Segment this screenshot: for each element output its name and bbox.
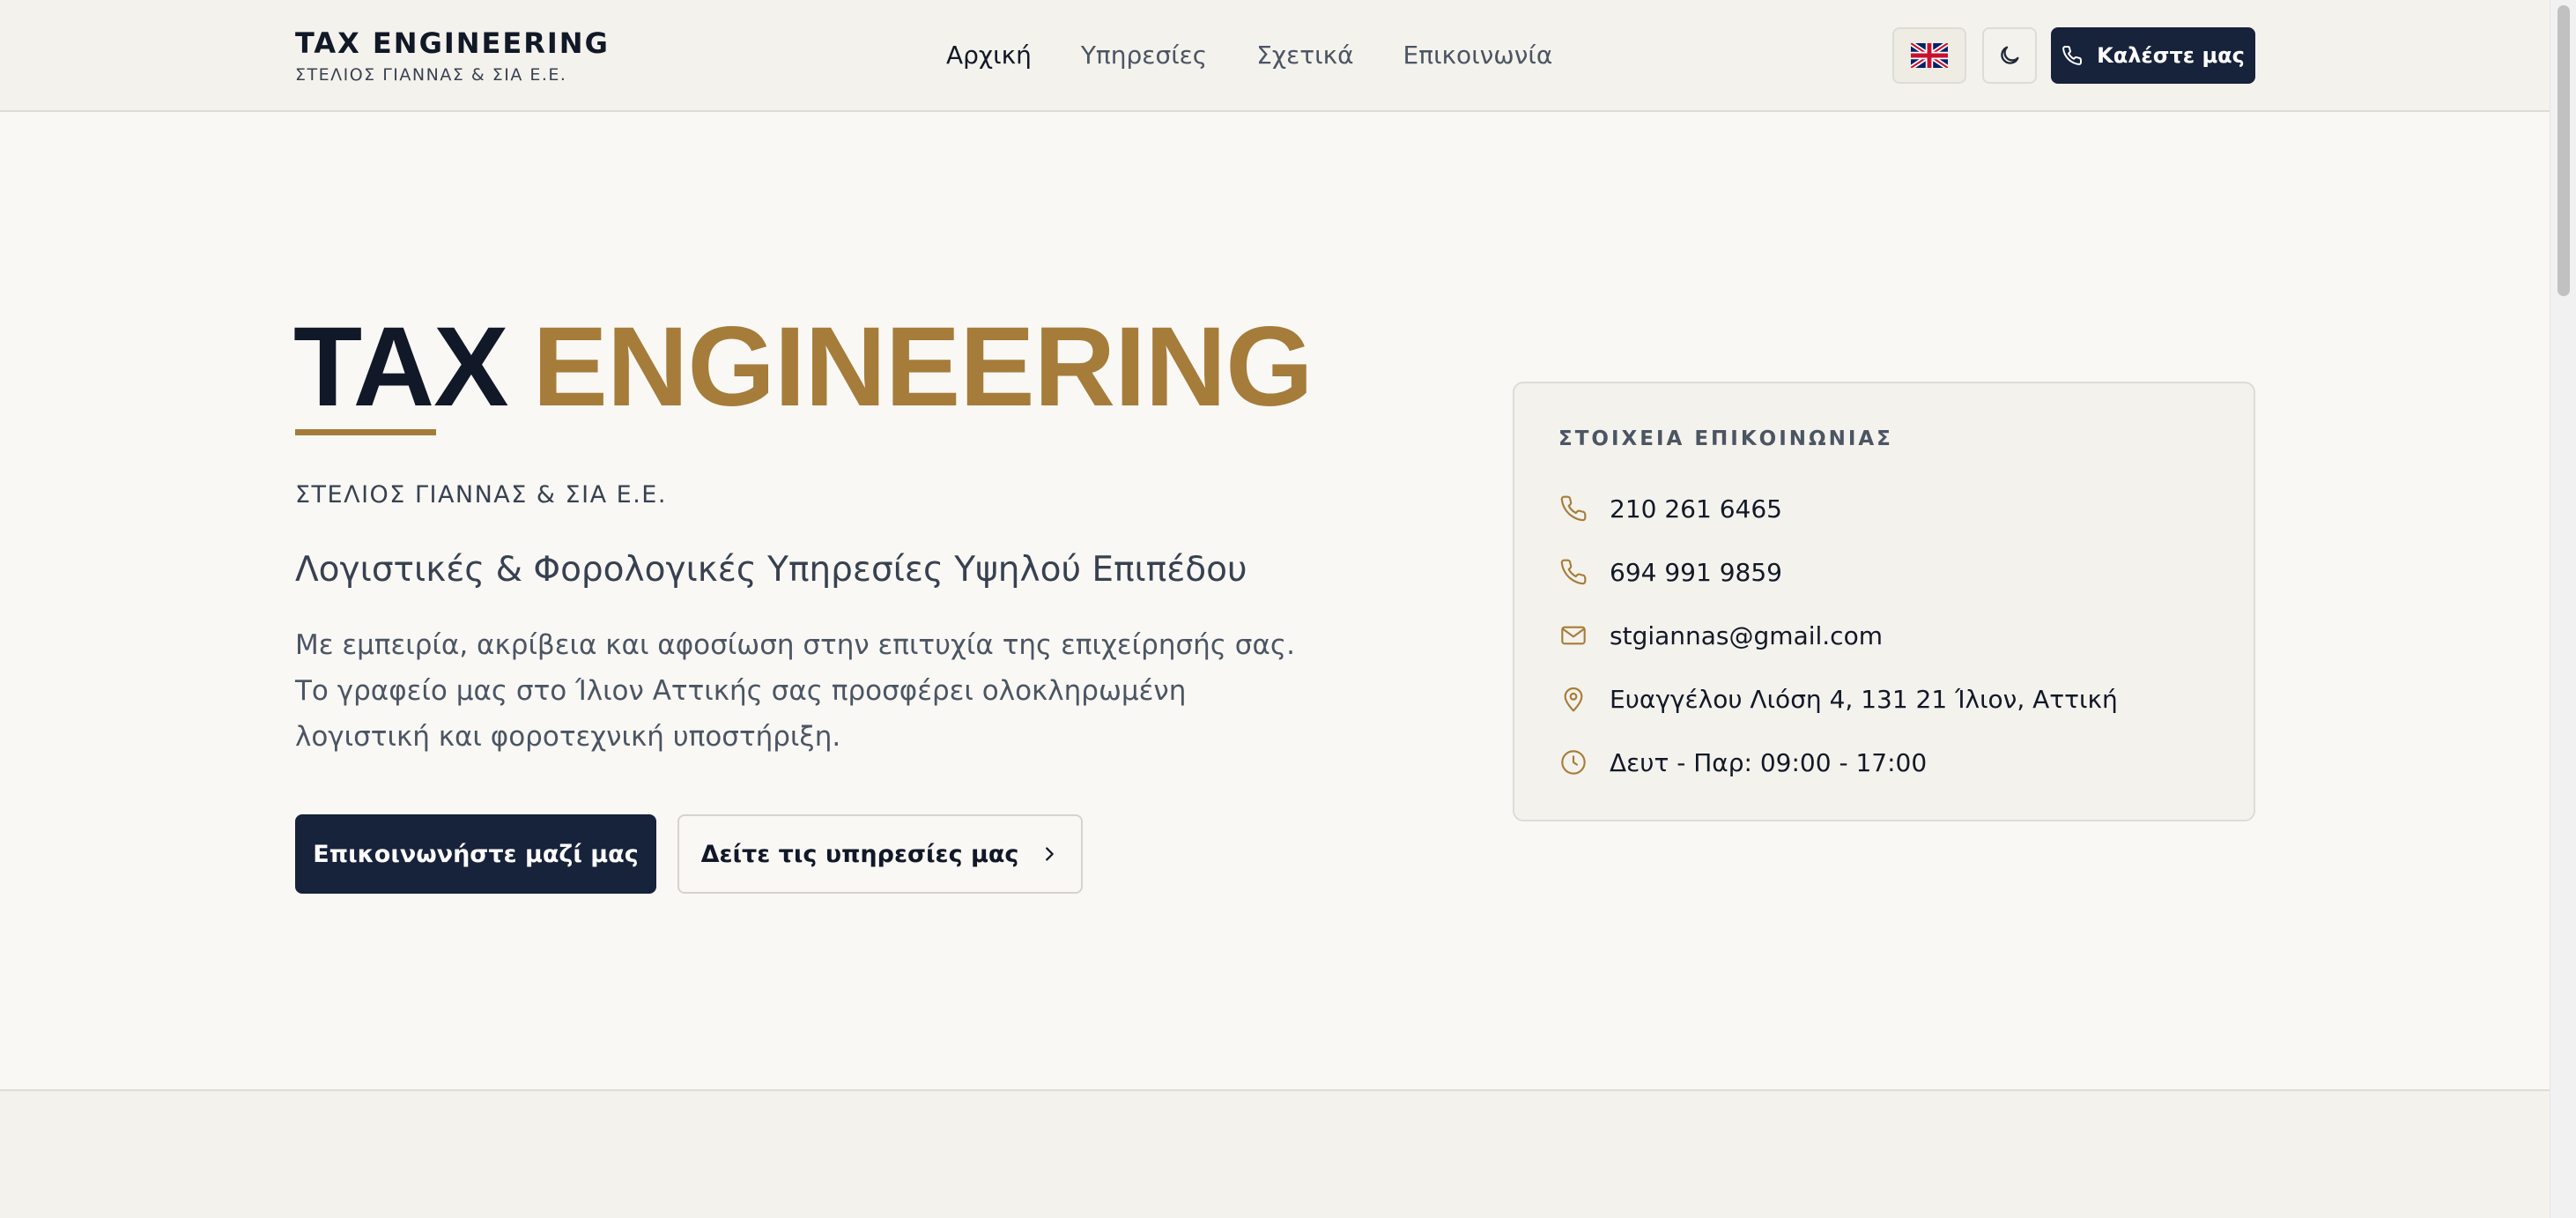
uk-flag-icon xyxy=(1911,43,1948,68)
contact-email[interactable]: stgiannas@gmail.com xyxy=(1558,618,1883,653)
hero-description: Με εμπειρία, ακρίβεια και αφοσίωση στην … xyxy=(295,629,1295,753)
brand-logo[interactable]: TAX ENGINEERING ΣΤΕΛΙΟΣ ΓΙΑΝΝΑΣ & ΣΙΑ Ε.… xyxy=(295,26,610,85)
contact-us-button[interactable]: Επικοινωνήστε μαζί μας xyxy=(295,814,656,894)
company-name: ΣΤΕΛΙΟΣ ΓΙΑΝΝΑΣ & ΣΙΑ Ε.Ε. xyxy=(295,481,667,509)
email-text: stgiannas@gmail.com xyxy=(1610,620,1883,650)
nav-item-contact[interactable]: Επικοινωνία xyxy=(1403,39,1553,72)
contact-address: Ευαγγέλου Λιόση 4, 131 21 Ίλιον, Αττική xyxy=(1558,681,2118,717)
contact-us-label: Επικοινωνήστε μαζί μας xyxy=(313,840,639,868)
nav-item-about[interactable]: Σχετικά xyxy=(1256,39,1353,72)
view-services-label: Δείτε τις υπηρεσίες μας xyxy=(700,840,1019,868)
call-us-button[interactable]: Καλέστε μας xyxy=(2051,27,2255,84)
phone-icon xyxy=(1558,494,1588,524)
chevron-right-icon xyxy=(1046,847,1055,861)
phone-2-text: 694 991 9859 xyxy=(1610,557,1782,587)
address-text: Ευαγγέλου Λιόση 4, 131 21 Ίλιον, Αττική xyxy=(1610,684,2118,714)
hero-title: TAX ENGINEERING xyxy=(293,301,1314,434)
map-pin-icon xyxy=(1558,684,1588,714)
mail-icon xyxy=(1558,620,1588,650)
brand-subtitle: ΣΤΕΛΙΟΣ ΓΙΑΝΝΑΣ & ΣΙΑ Ε.Ε. xyxy=(295,65,567,85)
phone-icon xyxy=(2062,45,2083,65)
view-services-button[interactable]: Δείτε τις υπηρεσίες μας xyxy=(677,814,1083,894)
hero-tagline: Λογιστικές & Φορολογικές Υπηρεσίες Υψηλο… xyxy=(295,550,1247,590)
site-header: TAX ENGINEERING ΣΤΕΛΙΟΣ ΓΙΑΝΝΑΣ & ΣΙΑ Ε.… xyxy=(0,0,2550,112)
contact-hours: Δευτ - Παρ: 09:00 - 17:00 xyxy=(1558,745,1927,780)
contact-phone-2[interactable]: 694 991 9859 xyxy=(1558,554,1782,590)
main-nav: Αρχική Υπηρεσίες Σχετικά Επικοινωνία xyxy=(946,39,1552,72)
contact-phone-1[interactable]: 210 261 6465 xyxy=(1558,491,1782,526)
scrollbar-thumb[interactable] xyxy=(2557,5,2570,296)
clock-icon xyxy=(1558,747,1588,777)
brand-title: TAX ENGINEERING xyxy=(295,26,610,60)
phone-icon xyxy=(1558,557,1588,587)
phone-1-text: 210 261 6465 xyxy=(1610,494,1782,524)
next-section-band xyxy=(0,1089,2550,1218)
call-us-label: Καλέστε μας xyxy=(2097,43,2245,68)
vertical-scrollbar[interactable] xyxy=(2550,0,2576,1218)
hours-text: Δευτ - Παρ: 09:00 - 17:00 xyxy=(1610,747,1928,777)
nav-item-home[interactable]: Αρχική xyxy=(946,39,1032,72)
language-toggle-button[interactable] xyxy=(1892,27,1966,84)
moon-icon xyxy=(2001,46,2019,64)
nav-item-services[interactable]: Υπηρεσίες xyxy=(1081,39,1207,72)
title-underline xyxy=(295,429,436,435)
contact-card-title: ΣΤΟΙΧΕΙΑ ΕΠΙΚΟΙΝΩΝΙΑΣ xyxy=(1558,427,1893,450)
hero-title-part2: ENGINEERING xyxy=(532,304,1314,430)
theme-toggle-button[interactable] xyxy=(1982,27,2037,84)
hero-title-part1: TAX xyxy=(293,304,508,430)
contact-info-card: ΣΤΟΙΧΕΙΑ ΕΠΙΚΟΙΝΩΝΙΑΣ 210 261 6465 694 9… xyxy=(1513,382,2255,821)
